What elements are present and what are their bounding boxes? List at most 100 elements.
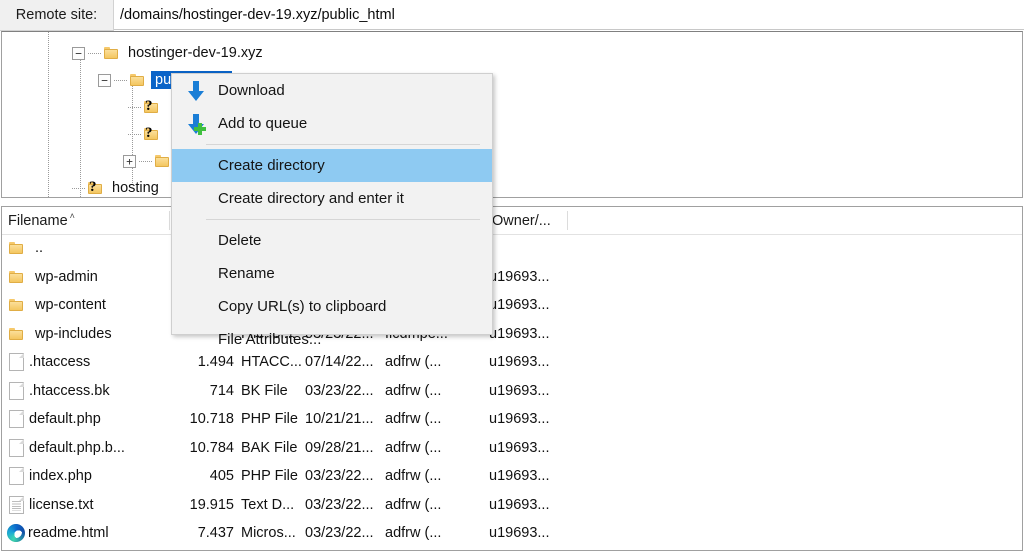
question-mark-glyph: ? (89, 180, 97, 195)
menu-item-label: Download (218, 82, 285, 99)
file-permissions-cell: adfrw (... (385, 519, 441, 548)
tree-expander-minus-icon[interactable]: − (98, 74, 111, 87)
document-icon (9, 410, 24, 428)
table-row[interactable]: wp-content File fol... 03/23/22... flcdm… (2, 291, 1022, 320)
tree-node[interactable]: ? hosting (72, 175, 162, 198)
menu-separator (206, 219, 480, 220)
remote-site-input[interactable]: /domains/hostinger-dev-19.xyz/public_htm… (114, 0, 1024, 30)
tree-dot-lead (114, 80, 128, 81)
file-name-cell: default.php.b... (9, 434, 125, 463)
menu-item-rename[interactable]: Rename (172, 257, 492, 290)
file-name-label: default.php (29, 411, 101, 427)
menu-item-create-directory[interactable]: Create directory (172, 149, 492, 182)
table-row[interactable]: .htaccess.bk 714 BK File 03/23/22... adf… (2, 377, 1022, 406)
file-name-label: wp-admin (35, 269, 98, 285)
unknown-folder-icon: ? (144, 127, 160, 141)
file-name-cell: readme.html (7, 519, 109, 548)
file-owner-cell: u19693... (489, 348, 549, 377)
menu-item-download[interactable]: Download (172, 74, 492, 107)
remote-site-bar: Remote site: /domains/hostinger-dev-19.x… (0, 0, 1024, 30)
question-mark-glyph: ? (145, 99, 153, 114)
context-menu[interactable]: Download Add to queue Create directory C… (171, 73, 493, 335)
file-name-cell: .htaccess.bk (9, 377, 110, 406)
remote-file-list[interactable]: Filename ˄ Owner/... .. (1, 206, 1023, 551)
column-divider[interactable] (567, 211, 568, 230)
menu-item-file-attributes[interactable]: File Attributes... (172, 323, 492, 356)
filezilla-remote-panel: Remote site: /domains/hostinger-dev-19.x… (0, 0, 1024, 552)
menu-item-label: Delete (218, 232, 261, 249)
tree-expander-plus-icon[interactable]: + (123, 155, 136, 168)
table-row[interactable]: license.txt 19.915 Text D... 03/23/22...… (2, 491, 1022, 520)
file-size-cell: 7.437 (114, 519, 234, 548)
menu-item-label: File Attributes... (218, 331, 321, 348)
document-icon (9, 467, 24, 485)
file-type-cell: Text D... (241, 491, 294, 520)
table-row[interactable]: readme.html 7.437 Micros... 03/23/22... … (2, 519, 1022, 548)
tree-dot-lead (128, 107, 142, 108)
tree-expander-minus-icon[interactable]: − (72, 47, 85, 60)
tree-node-label: hostinger-dev-19.xyz (125, 46, 266, 61)
file-name-cell: index.php (9, 462, 92, 491)
tree-guide-line (48, 32, 49, 197)
file-size-cell: 405 (114, 462, 234, 491)
menu-item-copy-urls-to-clipboard[interactable]: Copy URL(s) to clipboard (172, 290, 492, 323)
file-type-cell: BK File (241, 377, 288, 406)
green-plus-glyph (194, 123, 206, 135)
file-name-label: readme.html (28, 525, 109, 541)
column-header-filename[interactable]: Filename ˄ (2, 207, 75, 234)
tree-dot-lead (128, 134, 142, 135)
document-icon (9, 353, 24, 371)
table-row[interactable]: default.php.b... 10.784 BAK File 09/28/2… (2, 434, 1022, 463)
column-divider[interactable] (169, 211, 170, 230)
tree-node[interactable]: ? (128, 94, 171, 120)
menu-item-delete[interactable]: Delete (172, 224, 492, 257)
file-owner-cell: u19693... (489, 377, 549, 406)
file-size-cell: 714 (114, 377, 234, 406)
sort-ascending-caret-icon: ˄ (70, 211, 75, 221)
menu-item-label: Rename (218, 265, 275, 282)
table-row[interactable]: default.php 10.718 PHP File 10/21/21... … (2, 405, 1022, 434)
file-owner-cell: u19693... (489, 434, 549, 463)
download-arrow-icon (184, 79, 208, 103)
add-to-queue-icon (184, 112, 208, 136)
file-owner-cell: u19693... (489, 491, 549, 520)
panel-splitter[interactable] (0, 198, 1024, 206)
folder-icon (9, 270, 25, 284)
menu-item-label: Create directory (218, 157, 325, 174)
table-row[interactable]: wp-admin File fol... 03/23/22... flcdmpe… (2, 263, 1022, 292)
remote-site-label: Remote site: (0, 0, 114, 31)
file-owner-cell: u19693... (489, 462, 549, 491)
text-document-icon (9, 496, 24, 514)
file-permissions-cell: adfrw (... (385, 491, 441, 520)
file-permissions-cell: adfrw (... (385, 377, 441, 406)
file-name-label: license.txt (29, 497, 93, 513)
file-owner-cell: u19693... (489, 291, 549, 320)
file-date-cell: 03/23/22... (305, 462, 374, 491)
folder-icon (104, 46, 120, 60)
folder-icon (9, 241, 25, 255)
file-name-cell: .. (9, 234, 43, 263)
tree-node[interactable]: ? (128, 121, 171, 147)
menu-item-add-to-queue[interactable]: Add to queue (172, 107, 492, 140)
edge-browser-icon (7, 524, 25, 542)
menu-item-label: Create directory and enter it (218, 190, 404, 207)
file-permissions-cell: adfrw (... (385, 462, 441, 491)
file-name-cell: wp-content (9, 291, 106, 320)
table-row[interactable]: .htaccess 1.494 HTACC... 07/14/22... adf… (2, 348, 1022, 377)
menu-item-create-directory-and-enter[interactable]: Create directory and enter it (172, 182, 492, 215)
remote-directory-tree[interactable]: − hostinger-dev-19.xyz − public_html ? ?… (1, 31, 1023, 198)
file-owner-cell: u19693... (489, 519, 549, 548)
folder-icon (130, 73, 146, 87)
file-name-cell: license.txt (9, 491, 93, 520)
file-date-cell: 03/23/22... (305, 491, 374, 520)
tree-node[interactable]: − hostinger-dev-19.xyz (72, 40, 266, 66)
down-arrow-glyph (188, 81, 204, 101)
file-permissions-cell: adfrw (... (385, 405, 441, 434)
column-header-owner[interactable]: Owner/... (486, 207, 551, 234)
table-row[interactable]: wp-includes File fol... 03/23/22... flcd… (2, 320, 1022, 349)
tree-dot-lead (139, 161, 153, 162)
table-row[interactable]: .. (2, 234, 1022, 263)
table-row[interactable]: index.php 405 PHP File 03/23/22... adfrw… (2, 462, 1022, 491)
folder-icon (9, 298, 25, 312)
file-name-cell: default.php (9, 405, 101, 434)
